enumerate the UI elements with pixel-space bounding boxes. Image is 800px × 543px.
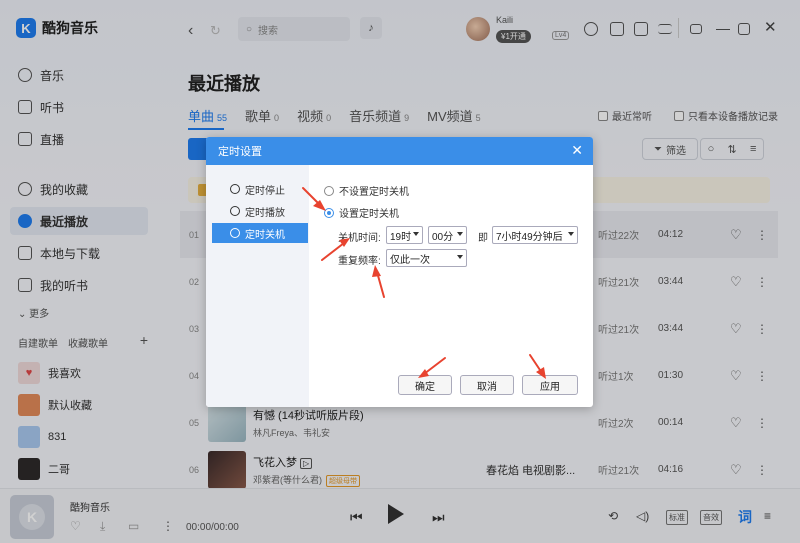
cancel-button[interactable]: 取消 bbox=[460, 375, 514, 395]
play-timer-icon bbox=[230, 206, 240, 216]
chevron-down-icon bbox=[413, 232, 419, 236]
select-value: 00分 bbox=[432, 231, 454, 243]
shutdown-time-label: 关机时间: bbox=[338, 233, 381, 244]
dialog-header: 定时设置 ✕ bbox=[206, 137, 593, 165]
sidebar-item-timed-shutdown[interactable]: 定时关机 bbox=[212, 223, 308, 243]
radio-button bbox=[324, 185, 334, 196]
chevron-down-icon bbox=[457, 232, 463, 236]
countdown-select[interactable]: 7小时49分钟后 bbox=[492, 226, 578, 244]
select-value: 19时 bbox=[390, 231, 412, 243]
chevron-down-icon bbox=[457, 255, 463, 259]
minute-select[interactable]: 00分 bbox=[428, 226, 467, 244]
select-value: 7小时49分钟后 bbox=[496, 231, 563, 243]
apply-button[interactable]: 应用 bbox=[522, 375, 578, 395]
stop-timer-icon bbox=[230, 184, 240, 194]
ok-button[interactable]: 确定 bbox=[398, 375, 452, 395]
close-icon[interactable]: ✕ bbox=[571, 142, 583, 159]
power-icon bbox=[230, 228, 240, 238]
sidebar-item-label: 定时播放 bbox=[245, 207, 285, 219]
sidebar-item-label: 定时关机 bbox=[245, 229, 285, 241]
sidebar-item-label: 定时停止 bbox=[245, 185, 285, 197]
sidebar-item-timed-play[interactable]: 定时播放 bbox=[212, 201, 308, 221]
repeat-select[interactable]: 仅此一次 bbox=[386, 249, 467, 267]
radio-label: 设置定时关机 bbox=[339, 209, 399, 220]
set-shutdown-radio[interactable]: 设置定时关机 bbox=[324, 205, 399, 220]
hour-select[interactable]: 19时 bbox=[386, 226, 423, 244]
dialog-title: 定时设置 bbox=[218, 146, 262, 158]
timer-settings-dialog: 定时设置 ✕ 定时停止 定时播放 定时关机 不设置定时关机 设置定时关机 关机时… bbox=[206, 137, 593, 407]
sidebar-item-timed-stop[interactable]: 定时停止 bbox=[212, 179, 308, 199]
select-value: 仅此一次 bbox=[390, 254, 430, 266]
no-shutdown-radio[interactable]: 不设置定时关机 bbox=[324, 183, 409, 198]
chevron-down-icon bbox=[568, 232, 574, 236]
radio-button bbox=[324, 207, 334, 218]
repeat-label: 重复频率: bbox=[338, 256, 381, 267]
ji-label: 即 bbox=[478, 233, 488, 244]
radio-label: 不设置定时关机 bbox=[339, 187, 409, 198]
dialog-sidebar: 定时停止 定时播放 定时关机 bbox=[206, 165, 309, 407]
